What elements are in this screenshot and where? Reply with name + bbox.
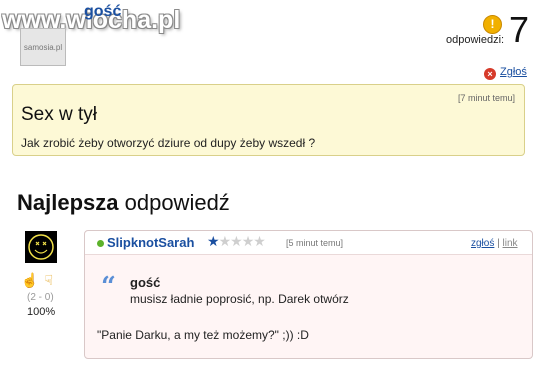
answer-box: SlipknotSarah ★★★★★ [5 minut temu] zgłoś… xyxy=(84,230,533,359)
star-icon: ★ xyxy=(253,233,266,249)
thumb-up-icon[interactable]: ☝ xyxy=(21,272,38,288)
question-body: Jak zrobić żeby otworzyć dziure od dupy … xyxy=(21,136,316,150)
best-rest: odpowiedź xyxy=(118,190,230,215)
smiley-icon xyxy=(28,234,54,260)
avatar-caption: samosia.pl xyxy=(23,43,63,52)
answer-author[interactable]: SlipknotSarah xyxy=(107,235,194,250)
answer-actions: zgłoś | link xyxy=(471,238,518,249)
quoted-author: gość xyxy=(130,275,161,290)
best-bold: Najlepsza xyxy=(17,190,119,215)
report-question[interactable]: × Zgłoś xyxy=(484,66,527,80)
best-answer-heading: Najlepsza odpowiedź xyxy=(17,190,230,216)
report-answer-link[interactable]: zgłoś xyxy=(471,238,494,249)
quoted-text: musisz ładnie poprosić, np. Darek otwórz xyxy=(130,292,349,306)
online-status-icon xyxy=(97,240,104,247)
answer-header: SlipknotSarah ★★★★★ [5 minut temu] zgłoś… xyxy=(85,231,532,255)
quote-icon: “ xyxy=(101,272,116,302)
star-icon: ★ xyxy=(218,233,232,249)
question-box: [7 minut temu] Sex w tył Jak zrobić żeby… xyxy=(12,84,525,156)
separator: | xyxy=(497,238,500,249)
thumb-down-icon[interactable]: ☟ xyxy=(44,272,53,288)
asker-avatar[interactable]: samosia.pl xyxy=(20,28,66,66)
close-icon: × xyxy=(484,68,496,80)
answers-count: 7 xyxy=(509,9,530,50)
asker-name[interactable]: gość xyxy=(84,3,121,21)
star-icon: ★ xyxy=(207,233,220,249)
answerer-avatar[interactable] xyxy=(25,231,57,263)
rating-stars: ★★★★★ xyxy=(207,233,266,250)
question-icon: ! xyxy=(483,15,502,34)
vote-percent: 100% xyxy=(27,306,56,318)
question-time: [7 minut temu] xyxy=(457,93,515,103)
star-icon: ★ xyxy=(241,233,255,249)
permalink[interactable]: link xyxy=(503,238,518,249)
answers-label: odpowiedzi: xyxy=(446,34,505,46)
answer-time: [5 minut temu] xyxy=(286,238,344,248)
report-link[interactable]: Zgłoś xyxy=(500,66,527,78)
vote-count: (2 - 0) xyxy=(27,292,54,303)
answer-text: "Panie Darku, a my też możemy?" ;)) :D xyxy=(97,328,309,342)
question-title: Sex w tył xyxy=(21,104,98,125)
vote-buttons: ☝ ☟ xyxy=(21,272,53,289)
star-icon: ★ xyxy=(230,233,243,249)
